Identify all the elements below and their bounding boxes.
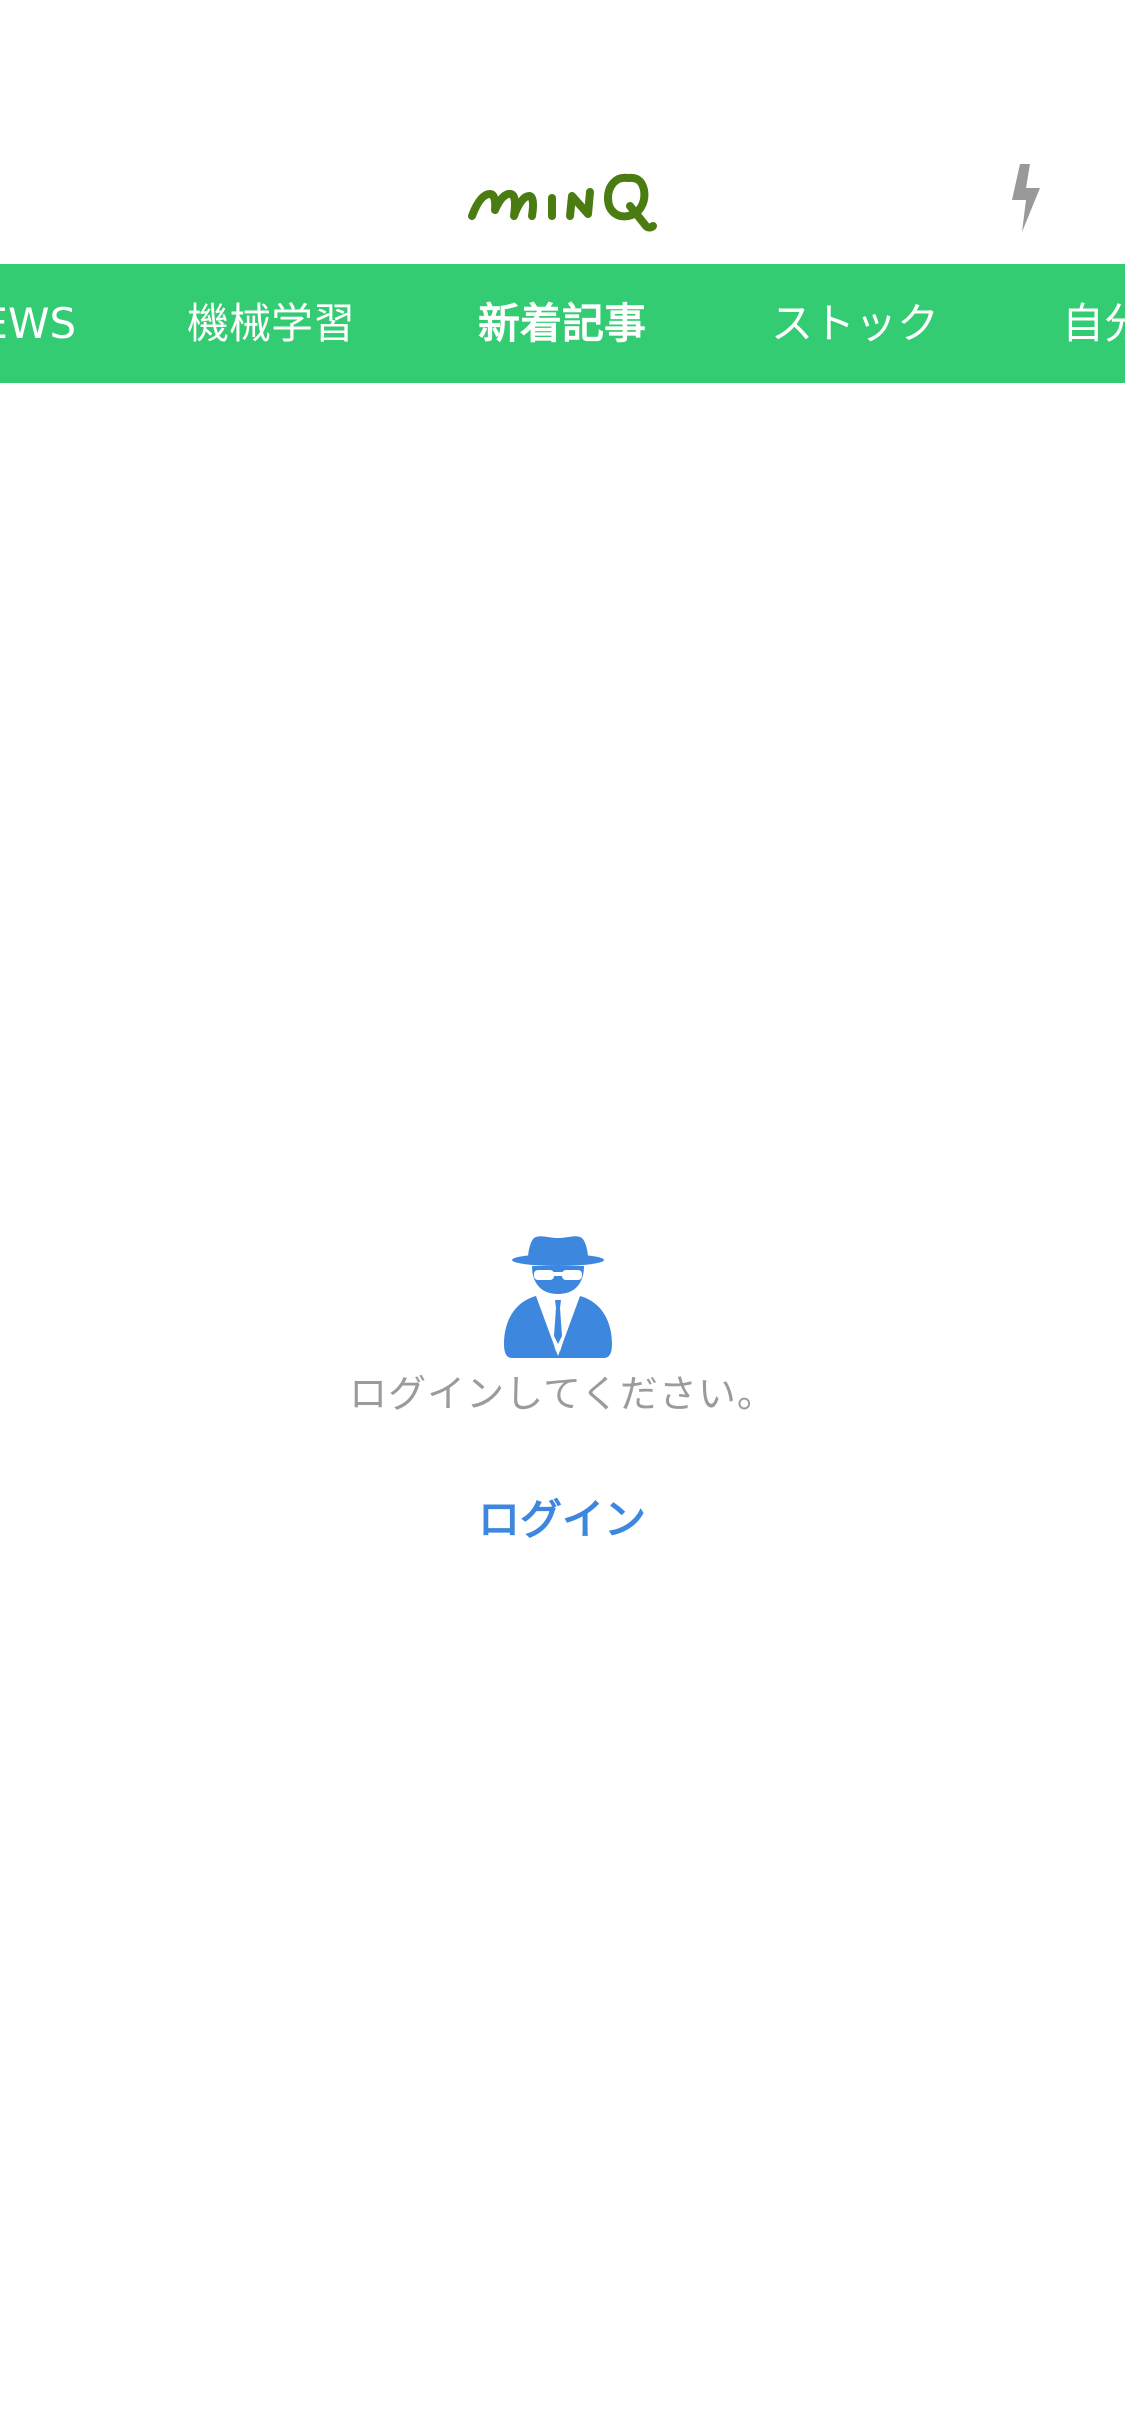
header <box>0 0 1125 264</box>
minq-logo <box>467 173 657 232</box>
lightning-bolt-icon[interactable] <box>1000 160 1060 236</box>
tab-new-articles[interactable]: 新着記事 <box>478 264 646 383</box>
category-tab-bar: NEWS 機械学習 新着記事 ストック 自分 <box>0 264 1125 383</box>
tab-machine-learning[interactable]: 機械学習 <box>187 264 355 383</box>
spy-incognito-icon <box>504 1236 612 1358</box>
login-button[interactable]: ログイン <box>412 1480 712 1560</box>
tab-news[interactable]: NEWS <box>0 264 76 383</box>
login-prompt-message: ログインしてください。 <box>349 1372 776 1416</box>
tab-mine[interactable]: 自分 <box>1062 264 1125 383</box>
tab-stock[interactable]: ストック <box>771 264 939 383</box>
